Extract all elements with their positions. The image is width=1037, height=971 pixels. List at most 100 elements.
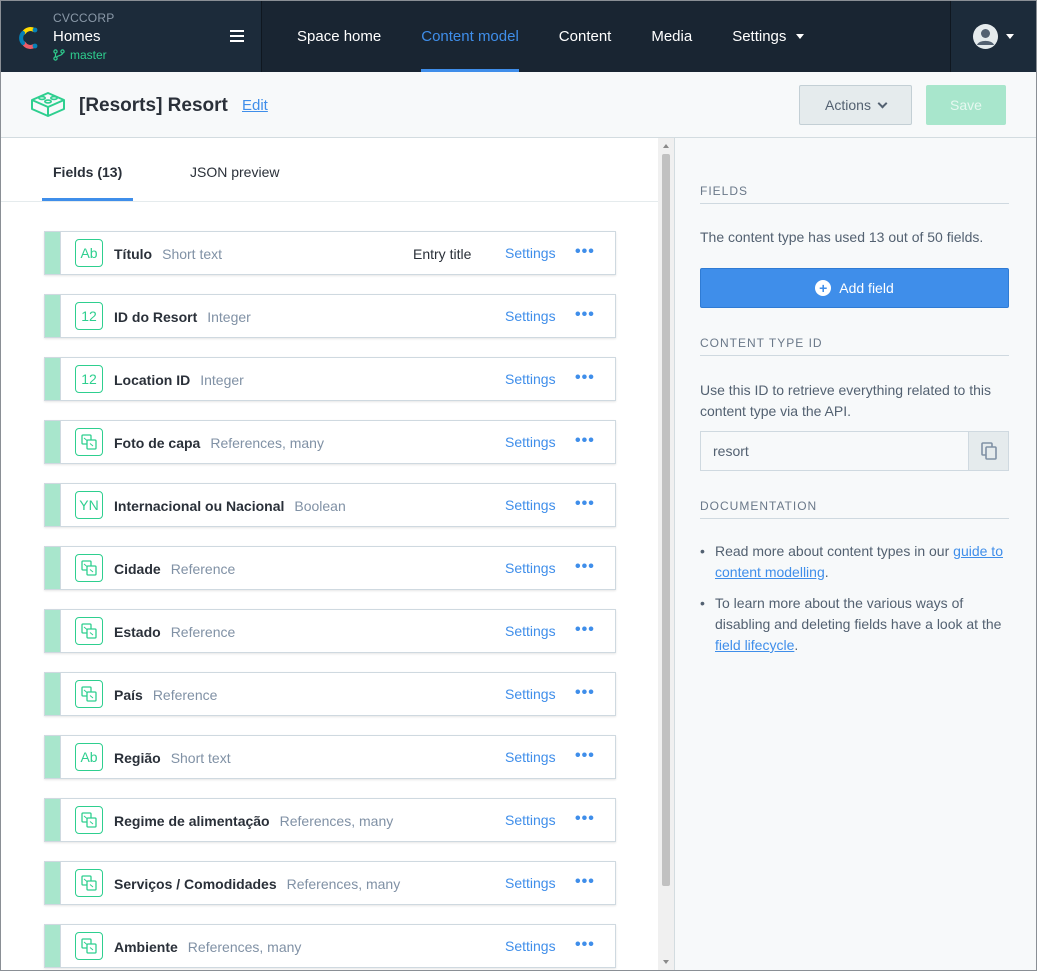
field-settings-link[interactable]: Settings	[505, 686, 556, 702]
page-title: [Resorts] Resort	[79, 95, 228, 116]
actions-label: Actions	[825, 97, 871, 113]
more-options-icon[interactable]: •••	[575, 559, 595, 575]
add-field-button[interactable]: + Add field	[700, 268, 1009, 308]
field-type: References, many	[187, 939, 302, 955]
drag-handle[interactable]	[45, 862, 61, 904]
main-nav: Space home Content model Content Media S…	[262, 1, 950, 72]
field-row[interactable]: Ambiente References, many Settings •••	[44, 924, 616, 968]
entry-title-badge: Entry title	[413, 246, 472, 262]
doc-text: .	[824, 564, 829, 580]
drag-handle[interactable]	[45, 736, 61, 778]
field-settings-link[interactable]: Settings	[505, 434, 556, 450]
field-name: Foto de capa	[114, 435, 201, 451]
field-row[interactable]: 12 Location ID Integer Settings •••	[44, 357, 616, 401]
nav-label: Space home	[297, 28, 382, 45]
active-tab-indicator	[42, 198, 133, 201]
scroll-up-icon[interactable]	[663, 144, 669, 148]
drag-handle[interactable]	[45, 925, 61, 967]
add-field-label: Add field	[839, 280, 894, 296]
field-type: Short text	[170, 750, 231, 766]
field-settings-link[interactable]: Settings	[505, 245, 556, 261]
field-settings-link[interactable]: Settings	[505, 308, 556, 324]
nav-settings[interactable]: Settings	[712, 1, 824, 72]
field-settings-link[interactable]: Settings	[505, 938, 556, 954]
drag-handle[interactable]	[45, 547, 61, 589]
field-settings-link[interactable]: Settings	[505, 875, 556, 891]
divider	[700, 355, 1009, 356]
field-row[interactable]: Regime de alimentação References, many Set…	[44, 798, 616, 842]
reference-icon	[75, 932, 103, 960]
nav-media[interactable]: Media	[631, 1, 712, 72]
tab-json-preview[interactable]: JSON preview	[190, 164, 279, 180]
field-lifecycle-link[interactable]: field lifecycle	[715, 637, 794, 653]
more-options-icon[interactable]: •••	[575, 307, 595, 323]
field-row[interactable]: YN Internacional ou Nacional Boolean Settin…	[44, 483, 616, 527]
more-options-icon[interactable]: •••	[575, 811, 595, 827]
content-type-id-field[interactable]: resort	[700, 431, 969, 471]
field-row[interactable]: Serviços / Comodidades References, many Se…	[44, 861, 616, 905]
field-row[interactable]: Ab Região Short text Settings •••	[44, 735, 616, 779]
scroll-thumb[interactable]	[662, 154, 670, 886]
field-name: País	[114, 687, 143, 703]
more-options-icon[interactable]: •••	[575, 685, 595, 701]
field-row[interactable]: Ab Título Short text Entry title Settings •••	[44, 231, 616, 275]
field-row[interactable]: Estado Reference Settings •••	[44, 609, 616, 653]
field-label: Estado Reference	[114, 624, 235, 640]
save-button[interactable]: Save	[926, 85, 1006, 125]
drag-handle[interactable]	[45, 232, 61, 274]
drag-handle[interactable]	[45, 799, 61, 841]
more-options-icon[interactable]: •••	[575, 244, 595, 260]
field-settings-link[interactable]: Settings	[505, 749, 556, 765]
fields-panel: Fields (13) JSON preview Ab Título Short t…	[1, 138, 674, 970]
actions-button[interactable]: Actions	[799, 85, 912, 125]
drag-handle[interactable]	[45, 358, 61, 400]
drag-handle[interactable]	[45, 610, 61, 652]
nav-content-model[interactable]: Content model	[401, 1, 539, 72]
field-settings-link[interactable]: Settings	[505, 560, 556, 576]
doc-item: Read more about content types in our gui…	[700, 541, 1010, 583]
app-window: CVCCORP Homes master Space home Content …	[0, 0, 1037, 971]
doc-text: To learn more about the various ways of …	[715, 595, 1002, 632]
field-name: Regime de alimentação	[114, 813, 270, 829]
drag-handle[interactable]	[45, 484, 61, 526]
space-switcher[interactable]: CVCCORP Homes master	[1, 1, 262, 72]
tab-fields[interactable]: Fields (13)	[53, 164, 122, 180]
more-options-icon[interactable]: •••	[575, 748, 595, 764]
field-name: Título	[114, 246, 153, 262]
section-title-documentation: DOCUMENTATION	[700, 499, 818, 513]
drag-handle[interactable]	[45, 421, 61, 463]
more-options-icon[interactable]: •••	[575, 874, 595, 890]
more-options-icon[interactable]: •••	[575, 622, 595, 638]
caret-down-icon	[1006, 34, 1014, 39]
scroll-down-icon[interactable]	[663, 960, 669, 964]
space-name: Homes	[53, 28, 101, 45]
more-options-icon[interactable]: •••	[575, 370, 595, 386]
more-options-icon[interactable]: •••	[575, 496, 595, 512]
field-row[interactable]: Foto de capa References, many Settings •••	[44, 420, 616, 464]
field-label: País Reference	[114, 687, 217, 703]
scrollbar[interactable]	[658, 138, 674, 970]
field-label: Título Short text	[114, 246, 222, 262]
account-menu[interactable]	[950, 1, 1036, 72]
field-settings-link[interactable]: Settings	[505, 812, 556, 828]
menu-icon[interactable]	[230, 30, 244, 42]
field-label: Regime de alimentação References, many	[114, 813, 393, 829]
edit-link[interactable]: Edit	[242, 97, 268, 114]
drag-handle[interactable]	[45, 673, 61, 715]
field-settings-link[interactable]: Settings	[505, 371, 556, 387]
contentful-logo-icon	[19, 27, 38, 49]
field-row[interactable]: País Reference Settings •••	[44, 672, 616, 716]
nav-space-home[interactable]: Space home	[277, 1, 401, 72]
field-settings-link[interactable]: Settings	[505, 623, 556, 639]
copy-button[interactable]	[968, 431, 1009, 471]
more-options-icon[interactable]: •••	[575, 433, 595, 449]
nav-content[interactable]: Content	[539, 1, 632, 72]
field-row[interactable]: 12 ID do Resort Integer Settings •••	[44, 294, 616, 338]
copy-icon	[980, 442, 997, 460]
drag-handle[interactable]	[45, 295, 61, 337]
top-navigation: CVCCORP Homes master Space home Content …	[1, 1, 1036, 72]
field-settings-link[interactable]: Settings	[505, 497, 556, 513]
more-options-icon[interactable]: •••	[575, 937, 595, 953]
field-label: Ambiente References, many	[114, 939, 301, 955]
field-row[interactable]: Cidade Reference Settings •••	[44, 546, 616, 590]
